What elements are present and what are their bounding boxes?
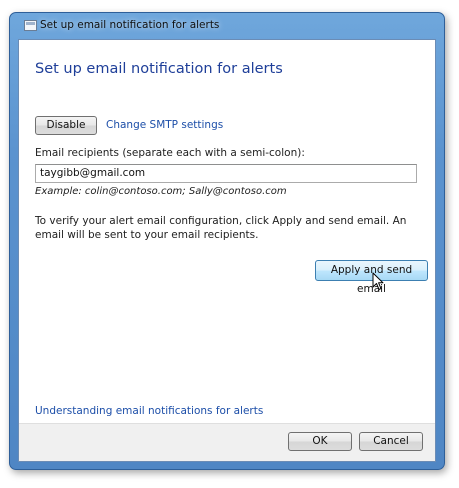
email-recipients-input[interactable]: taygibb@gmail.com (35, 164, 417, 183)
dialog-footer: OK Cancel (19, 423, 435, 461)
understanding-email-notifications-link[interactable]: Understanding email notifications for al… (35, 405, 263, 417)
disable-button[interactable]: Disable (35, 116, 97, 135)
ok-button[interactable]: OK (288, 432, 352, 451)
change-smtp-settings-link[interactable]: Change SMTP settings (106, 119, 223, 131)
instructions-text: To verify your alert email configuration… (35, 215, 407, 241)
window-icon (24, 20, 37, 31)
page-title: Set up email notification for alerts (35, 61, 283, 77)
recipients-label: Email recipients (separate each with a s… (35, 147, 305, 159)
dialog-window: Set up email notification for alerts Set… (9, 12, 445, 470)
title-bar[interactable]: Set up email notification for alerts (10, 13, 444, 39)
example-text: Example: colin@contoso.com; Sally@contos… (35, 186, 287, 197)
window-title: Set up email notification for alerts (40, 19, 220, 31)
mouse-pointer-icon (372, 272, 384, 290)
dialog-content: Set up email notification for alerts Dis… (18, 39, 436, 462)
cancel-button[interactable]: Cancel (359, 432, 423, 451)
